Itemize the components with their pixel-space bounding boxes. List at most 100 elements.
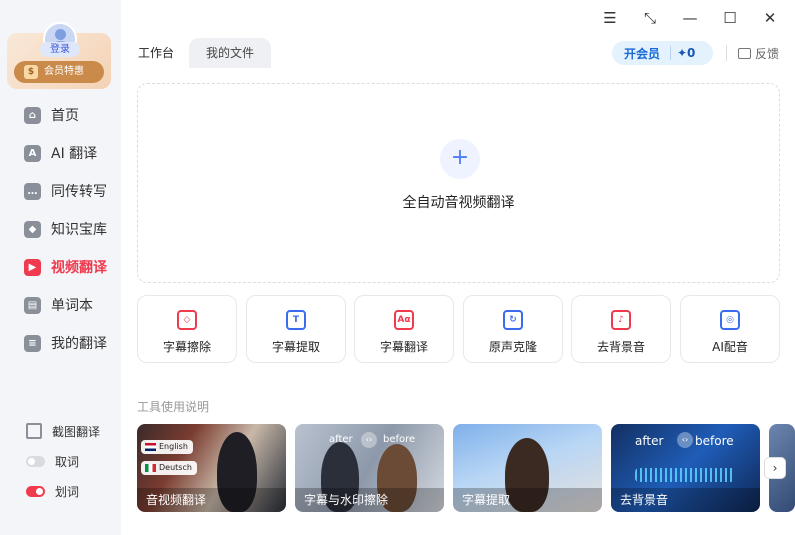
- minimize-icon[interactable]: —: [670, 0, 710, 36]
- guide-card-remove-bg[interactable]: after ‹› before 去背景音: [611, 424, 760, 512]
- sidebar-item-wordbook[interactable]: ▤ 单词本: [0, 286, 121, 324]
- feedback-icon: [738, 48, 751, 59]
- waveform-graphic: [635, 468, 735, 482]
- ai-translate-icon: A: [24, 144, 41, 162]
- tool-label: 去背景音: [596, 340, 645, 354]
- feedback-label: 反馈: [755, 47, 780, 61]
- sidebar-item-home[interactable]: ⌂ 首页: [0, 96, 121, 134]
- sidebar-item-video-translate[interactable]: ▶ 视频翻译: [0, 248, 121, 286]
- tool-label: 字幕擦除: [162, 340, 211, 354]
- sidebar-item-label: 知识宝库: [51, 222, 107, 238]
- word-pick-toggle[interactable]: [26, 455, 45, 467]
- login-button[interactable]: 登录: [40, 42, 80, 57]
- after-label: after: [635, 434, 664, 448]
- maximize-icon[interactable]: ☐: [710, 0, 750, 36]
- after-label: after: [329, 434, 353, 445]
- tool-subtitle-translate[interactable]: Aα 字幕翻译: [354, 295, 454, 363]
- sidebar-item-label: 我的翻译: [51, 336, 107, 352]
- screenshot-translate-button[interactable]: 截图翻译: [0, 416, 121, 446]
- transcribe-icon: …: [24, 182, 41, 200]
- guide-card-extract[interactable]: 字幕提取: [453, 424, 602, 512]
- feedback-button[interactable]: 反馈: [738, 45, 779, 62]
- mini-mode-icon[interactable]: ⤡: [630, 0, 670, 36]
- remove-bg-music-icon: ♪: [611, 310, 631, 330]
- video-icon: ▶: [24, 258, 41, 276]
- language-label: English: [159, 442, 188, 451]
- close-icon[interactable]: ✕: [750, 0, 790, 36]
- tool-ai-dubbing[interactable]: ◎ AI配音: [680, 295, 780, 363]
- uk-flag-icon: [145, 443, 156, 451]
- vip-offer-button[interactable]: $ 会员特惠: [14, 61, 104, 83]
- vip-pill[interactable]: 开会员 ✦0: [612, 41, 713, 65]
- vip-offer-label: 会员特惠: [44, 66, 84, 77]
- menu-icon[interactable]: ☰: [590, 0, 630, 36]
- tab-my-files[interactable]: 我的文件: [189, 38, 272, 68]
- guide-card-caption: 字幕提取: [453, 488, 602, 512]
- highlight-label: 划词: [55, 484, 80, 499]
- wordbook-icon: ▤: [24, 296, 41, 314]
- voice-clone-icon: ↻: [503, 310, 523, 330]
- add-icon[interactable]: +: [440, 139, 480, 179]
- before-label: before: [695, 434, 734, 448]
- sidebar-item-label: 单词本: [51, 298, 93, 314]
- tool-label: 原声克隆: [488, 340, 537, 354]
- screenshot-translate-label: 截图翻译: [52, 424, 101, 439]
- guide-card-caption: 字幕与水印擦除: [295, 488, 444, 512]
- my-translation-icon: ≡: [24, 334, 41, 352]
- extract-icon: T: [286, 310, 306, 330]
- tool-remove-bg-music[interactable]: ♪ 去背景音: [571, 295, 671, 363]
- open-vip-button[interactable]: 开会员: [612, 45, 670, 62]
- language-badge: English: [141, 440, 193, 454]
- word-pick-label: 取词: [55, 454, 80, 469]
- guide-card-erase[interactable]: after ‹› before 字幕与水印擦除: [295, 424, 444, 512]
- guide-title: 工具使用说明: [137, 400, 210, 414]
- toggle-knob: [36, 487, 43, 495]
- highlight-toggle[interactable]: [26, 485, 45, 497]
- language-label: Deutsch: [159, 463, 192, 472]
- carousel-next-button[interactable]: ›: [764, 457, 786, 479]
- toggle-knob: [28, 457, 35, 465]
- sidebar-item-label: 同传转写: [51, 184, 107, 200]
- home-icon: ⌂: [24, 106, 41, 124]
- upload-label: 全自动音视频翻译: [402, 195, 515, 211]
- guide-card-av-translate[interactable]: English Deutsch 音视频翻译: [137, 424, 286, 512]
- sidebar-tools: 截图翻译 取词 划词: [0, 416, 121, 506]
- workbench-panel: + 全自动音视频翻译 ◇ 字幕擦除 T 字幕提取 Aα 字幕翻译 ↻ 原声克隆 …: [121, 68, 795, 535]
- language-badge: Deutsch: [141, 461, 197, 475]
- tool-label: 字幕翻译: [379, 340, 428, 354]
- compare-handle-icon[interactable]: ‹›: [361, 432, 377, 448]
- sidebar-item-knowledge[interactable]: ◆ 知识宝库: [0, 210, 121, 248]
- flag-icon: [145, 464, 156, 472]
- compare-handle-icon[interactable]: ‹›: [677, 432, 693, 448]
- guide-card-caption: 去背景音: [611, 488, 760, 512]
- ai-dubbing-icon: ◎: [720, 310, 740, 330]
- tool-grid: ◇ 字幕擦除 T 字幕提取 Aα 字幕翻译 ↻ 原声克隆 ♪ 去背景音 ◎ AI…: [137, 295, 781, 363]
- knowledge-icon: ◆: [24, 220, 41, 238]
- points-balance[interactable]: ✦0: [671, 46, 695, 60]
- guide-card-caption: 音视频翻译: [137, 488, 286, 512]
- sidebar-item-transcribe[interactable]: … 同传转写: [0, 172, 121, 210]
- tool-subtitle-erase[interactable]: ◇ 字幕擦除: [137, 295, 237, 363]
- sidebar-item-ai-translate[interactable]: A AI 翻译: [0, 134, 121, 172]
- avatar-head: [55, 29, 66, 40]
- tool-subtitle-extract[interactable]: T 字幕提取: [246, 295, 346, 363]
- crop-icon: [26, 423, 42, 439]
- sidebar-item-label: 视频翻译: [51, 260, 107, 276]
- highlight-toggle-row[interactable]: 划词: [0, 476, 121, 506]
- window-controls: ☰ ⤡ — ☐ ✕: [590, 0, 790, 36]
- tool-voice-clone[interactable]: ↻ 原声克隆: [463, 295, 563, 363]
- sidebar-nav: ⌂ 首页 A AI 翻译 … 同传转写 ◆ 知识宝库 ▶ 视频翻译 ▤ 单词本 …: [0, 96, 121, 362]
- word-pick-toggle-row[interactable]: 取词: [0, 446, 121, 476]
- tool-label: AI配音: [712, 340, 748, 354]
- sidebar-item-my-translation[interactable]: ≡ 我的翻译: [0, 324, 121, 362]
- divider: [726, 45, 727, 61]
- eraser-icon: ◇: [177, 310, 197, 330]
- sidebar-item-label: 首页: [51, 108, 79, 124]
- before-label: before: [383, 434, 416, 445]
- upload-dropzone[interactable]: + 全自动音视频翻译: [137, 83, 780, 283]
- tool-label: 字幕提取: [271, 340, 320, 354]
- sidebar-item-label: AI 翻译: [51, 146, 98, 162]
- tabs-spacer: [271, 38, 795, 68]
- tab-workbench[interactable]: 工作台: [121, 38, 192, 68]
- sidebar: 登录 $ 会员特惠 ⌂ 首页 A AI 翻译 … 同传转写 ◆ 知识宝库 ▶ 视…: [0, 0, 121, 535]
